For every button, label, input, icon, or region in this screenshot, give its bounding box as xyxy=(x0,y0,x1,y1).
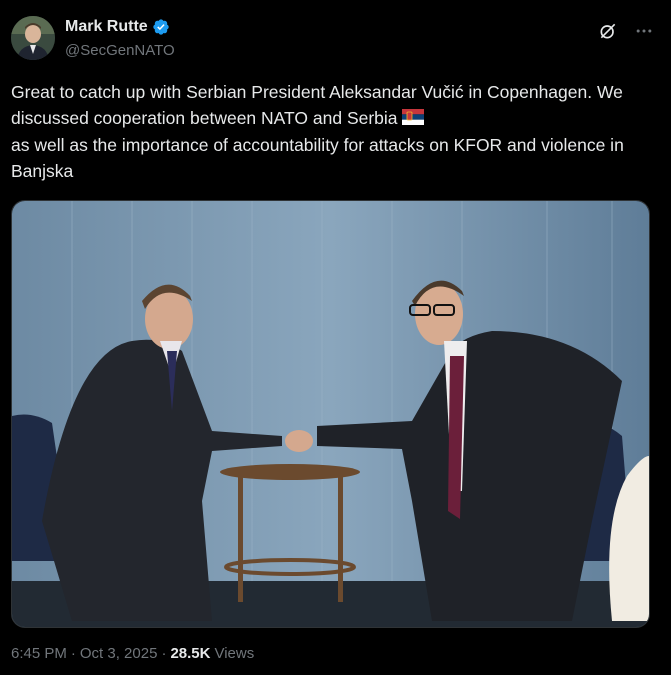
tweet-text: Great to catch up with Serbian President… xyxy=(11,79,651,184)
avatar[interactable] xyxy=(11,16,55,60)
tweet-photo[interactable] xyxy=(11,200,650,628)
tweet-header: Mark Rutte @SecGenNATO xyxy=(11,16,661,64)
tweet-date[interactable]: Oct 3, 2025 xyxy=(80,645,158,662)
grok-icon[interactable] xyxy=(597,20,619,42)
verified-badge-icon xyxy=(153,19,169,35)
more-icon[interactable] xyxy=(633,20,655,42)
meta-separator: · xyxy=(70,645,76,662)
serbia-flag-icon xyxy=(401,106,424,132)
views-label: Views xyxy=(214,645,255,662)
tweet-text-continued: as well as the importance of accountabil… xyxy=(11,135,629,182)
photo-image xyxy=(12,201,649,627)
author-handle[interactable]: @SecGenNATO xyxy=(65,42,175,59)
meta-separator: · xyxy=(161,645,167,662)
avatar-image xyxy=(11,16,55,60)
tweet-text-main: Great to catch up with Serbian President… xyxy=(11,82,628,128)
author-name[interactable]: Mark Rutte xyxy=(65,18,148,36)
tweet-time[interactable]: 6:45 PM xyxy=(11,645,67,662)
tweet-meta: 6:45 PM · Oct 3, 2025 · 28.5K Views xyxy=(11,645,254,662)
views-count[interactable]: 28.5K xyxy=(170,645,210,662)
